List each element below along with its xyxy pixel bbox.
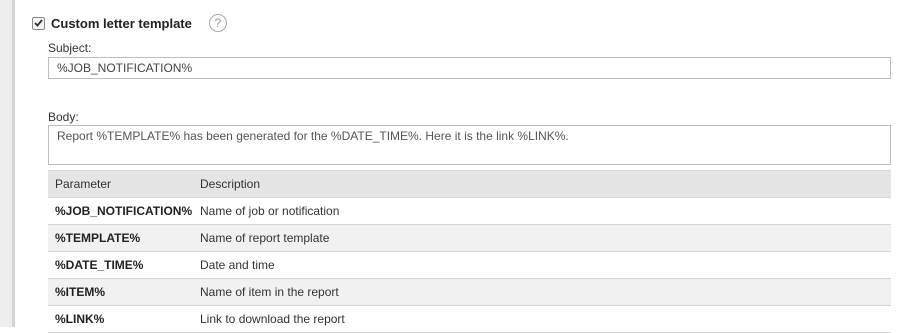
subject-label: Subject: [48,41,92,55]
parameter-cell: %LINK% [48,305,193,333]
custom-template-label[interactable]: Custom letter template [51,16,192,31]
body-label: Body: [48,110,79,124]
section-divider-bar [12,0,15,327]
table-header-row: Parameter Description [48,170,891,198]
custom-letter-template-panel: Custom letter template ? Subject: Body: … [28,0,899,333]
column-header-parameter: Parameter [48,170,193,198]
question-circle-icon[interactable]: ? [208,14,227,32]
parameter-cell: %JOB_NOTIFICATION% [48,197,193,225]
subject-input[interactable] [48,57,891,79]
parameter-cell: %DATE_TIME% [48,251,193,279]
description-cell: Date and time [193,251,891,279]
column-header-description: Description [193,170,891,198]
body-textarea[interactable]: Report %TEMPLATE% has been generated for… [48,125,891,165]
parameter-cell: %TEMPLATE% [48,224,193,252]
left-margin-strip [0,0,12,327]
table-row: %DATE_TIME% Date and time [48,251,891,279]
table-row: %JOB_NOTIFICATION% Name of job or notifi… [48,197,891,225]
checkmark-icon [34,19,43,27]
description-cell: Name of item in the report [193,278,891,306]
parameters-table: Parameter Description %JOB_NOTIFICATION%… [48,170,891,333]
table-row: %ITEM% Name of item in the report [48,278,891,306]
custom-template-header: Custom letter template ? [32,13,227,33]
custom-template-checkbox[interactable] [32,16,45,30]
parameter-cell: %ITEM% [48,278,193,306]
table-row: %LINK% Link to download the report [48,305,891,333]
description-cell: Name of report template [193,224,891,252]
description-cell: Name of job or notification [193,197,891,225]
table-row: %TEMPLATE% Name of report template [48,224,891,252]
description-cell: Link to download the report [193,305,891,333]
